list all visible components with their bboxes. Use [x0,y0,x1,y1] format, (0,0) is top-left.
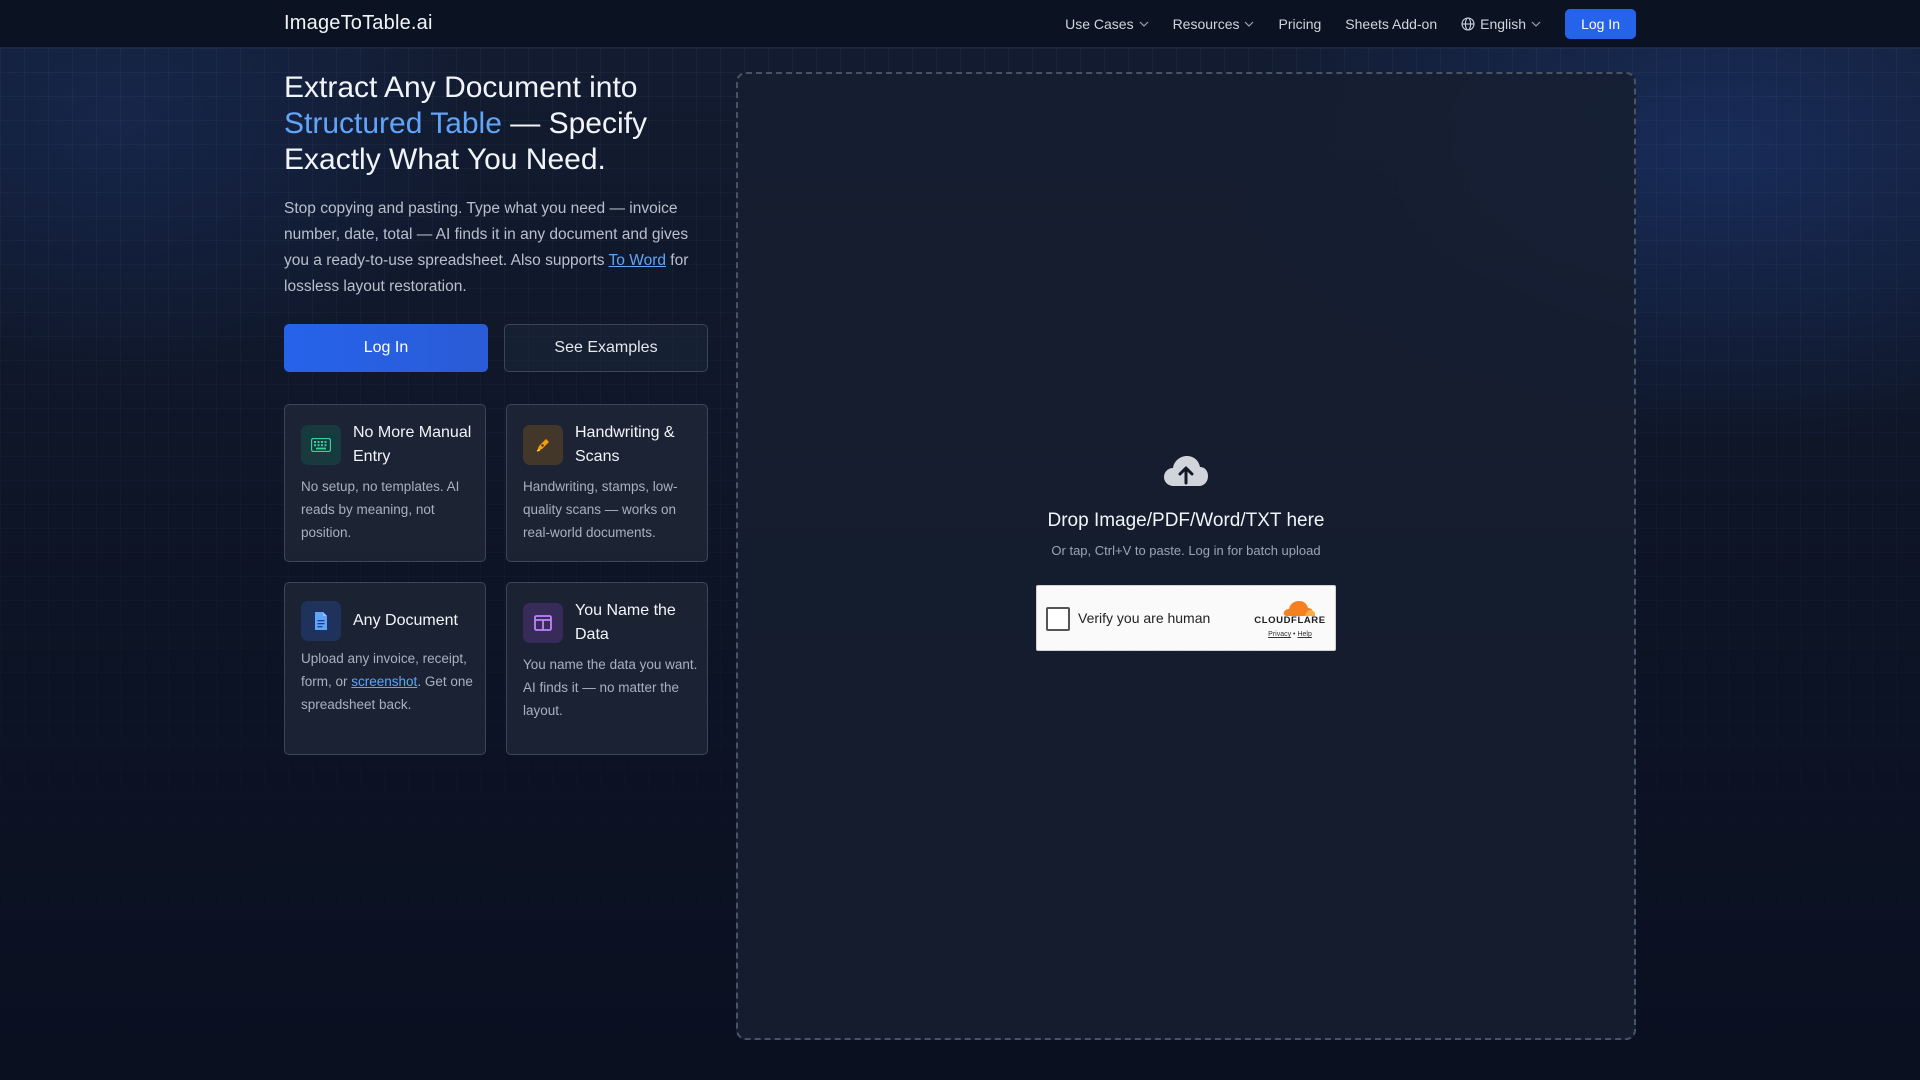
captcha-label: Verify you are human [1078,610,1211,626]
top-nav: ImageToTable.ai Use Cases Resources Pric… [0,0,1920,48]
feature-desc: You name the data you want. AI finds it … [523,657,698,718]
nav-links: Use Cases Resources Pricing Sheets Add-o… [1065,0,1636,48]
see-examples-button[interactable]: See Examples [504,324,708,372]
keyboard-icon [301,425,341,465]
feature-card-manual-entry: No More Manual Entry No setup, no templa… [284,404,486,562]
captcha-links: Privacy • Help [1253,631,1327,638]
help-link[interactable]: Help [1297,631,1311,638]
chevron-down-icon [1139,21,1148,27]
nav-resources[interactable]: Resources [1173,16,1255,32]
nav-login-button[interactable]: Log In [1565,9,1636,39]
feature-desc: No setup, no templates. AI reads by mean… [301,479,460,540]
feature-card-any-document: Any Document Upload any invoice, receipt… [284,582,486,755]
hero-title-part1: Extract Any Document into [284,71,638,104]
columns-icon [523,603,563,643]
brand-logo[interactable]: ImageToTable.ai [284,12,433,35]
globe-icon [1461,17,1475,31]
hero-login-button[interactable]: Log In [284,324,488,372]
nav-pricing[interactable]: Pricing [1278,16,1321,32]
document-icon [301,601,341,641]
chevron-down-icon [1245,21,1254,27]
chevron-down-icon [1531,21,1541,27]
feature-title: Any Document [353,612,458,629]
dropzone-title: Drop Image/PDF/Word/TXT here [1047,510,1325,531]
captcha-link-separator: • [1293,631,1296,638]
language-label: English [1480,16,1527,32]
feature-desc: Handwriting, stamps, low-quality scans —… [523,479,678,540]
feature-desc: Upload any invoice, receipt, form, or sc… [301,647,477,716]
to-word-link[interactable]: To Word [609,252,666,269]
feature-card-name-data: You Name the Data You name the data you … [506,582,708,755]
nav-use-cases[interactable]: Use Cases [1065,16,1148,32]
hero-title-accent: Structured Table [284,107,502,140]
hero-description: Stop copying and pasting. Type what you … [284,196,714,300]
nav-resources-label: Resources [1172,16,1240,32]
hero-title: Extract Any Document into Structured Tab… [284,70,714,178]
privacy-link[interactable]: Privacy [1268,631,1291,638]
cloudflare-brand: CLOUDFLARE [1254,615,1326,626]
captcha-widget: Verify you are human CLOUDFLARE Privacy … [1036,585,1336,651]
dropzone-subtitle: Or tap, Ctrl+V to paste. Log in for batc… [1051,543,1321,558]
nav-sheets-addon[interactable]: Sheets Add-on [1345,16,1437,32]
feature-title: Handwriting & Scans [575,424,675,465]
nav-use-cases-label: Use Cases [1065,16,1134,32]
cloud-upload-icon [1164,456,1208,486]
captcha-checkbox[interactable] [1046,607,1070,631]
feature-card-handwriting: Handwriting & Scans Handwriting, stamps,… [506,404,708,562]
screenshot-link[interactable]: screenshot [351,674,417,689]
feature-title: You Name the Data [575,602,676,643]
language-selector[interactable]: English [1461,16,1541,32]
pen-icon [523,425,563,465]
feature-title: No More Manual Entry [353,424,472,465]
